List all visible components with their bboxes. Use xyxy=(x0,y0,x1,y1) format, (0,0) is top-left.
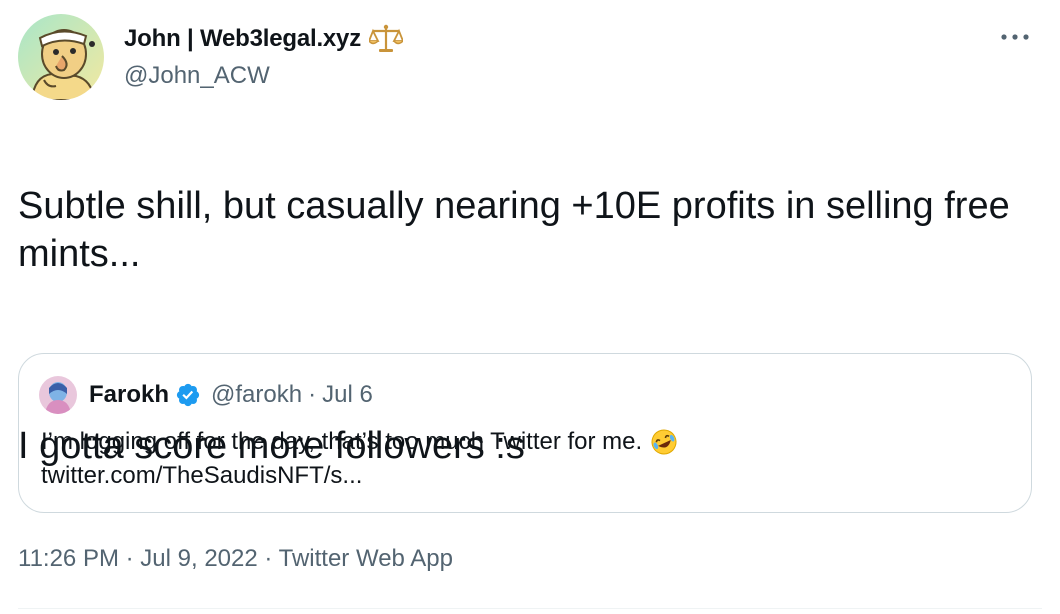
quoted-author-handle[interactable]: @farokh xyxy=(211,381,302,409)
balance-scale-icon xyxy=(367,24,405,54)
quoted-tweet-link[interactable]: twitter.com/TheSaudisNFT/s... xyxy=(41,459,1001,493)
cartoon-avatar-icon xyxy=(18,14,104,100)
author-handle[interactable]: @John_ACW xyxy=(124,62,270,90)
quoted-author-avatar[interactable] xyxy=(39,376,77,414)
author-name-row[interactable]: John | Web3legal.xyz xyxy=(124,24,405,54)
author-avatar[interactable] xyxy=(18,14,104,100)
tweet-source-app[interactable]: Twitter Web App xyxy=(279,545,453,572)
tweet-time[interactable]: 11:26 PM xyxy=(18,545,119,572)
divider xyxy=(18,608,1042,609)
tweet-date[interactable]: Jul 9, 2022 xyxy=(140,545,257,572)
quoted-tweet-date[interactable]: Jul 6 xyxy=(322,381,373,409)
author-name[interactable]: John | Web3legal.xyz xyxy=(124,25,361,53)
meta-separator: · xyxy=(264,545,273,572)
verified-badge-icon xyxy=(175,382,201,408)
tweet-timestamp-row: 11:26 PM · Jul 9, 2022 · Twitter Web App xyxy=(18,545,453,573)
rolling-laughing-emoji-icon xyxy=(650,428,678,456)
more-options-icon[interactable] xyxy=(998,30,1032,44)
quoted-tweet-body: I’m logging off for the day, that’s too … xyxy=(41,425,1001,493)
quoted-tweet-header: Farokh @farokh · Jul 6 xyxy=(89,381,373,409)
meta-separator: · xyxy=(308,381,317,408)
quoted-avatar-icon xyxy=(39,376,77,414)
quoted-tweet-card[interactable]: Farokh @farokh · Jul 6 I’m logging off f… xyxy=(18,353,1032,513)
quoted-tweet-text: I’m logging off for the day, that’s too … xyxy=(41,428,643,455)
tweet-text-line-1: Subtle shill, but casually nearing +10E … xyxy=(18,185,1010,275)
quoted-author-name[interactable]: Farokh xyxy=(89,381,169,409)
meta-separator: · xyxy=(125,545,134,572)
